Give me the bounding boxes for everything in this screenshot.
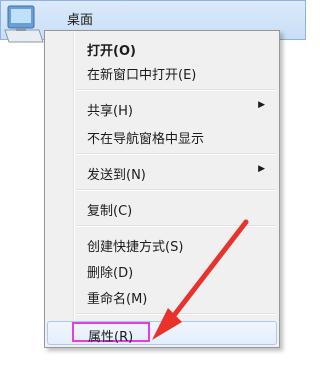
menu-item-copy[interactable]: 复制(C) — [47, 197, 277, 219]
menu-separator — [77, 313, 275, 315]
menu-item-share[interactable]: 共享(H) ▶ — [47, 97, 277, 119]
menu-item-label: 删除(D) — [87, 266, 134, 281]
menu-separator — [77, 189, 275, 191]
context-menu: 打开(O) 在新窗口中打开(E) 共享(H) ▶ 不在导航窗格中显示 发送到(N… — [44, 30, 280, 348]
menu-item-label: 创建快捷方式(S) — [87, 240, 184, 255]
submenu-arrow-icon: ▶ — [258, 100, 265, 110]
menu-item-label: 属性(R) — [88, 330, 134, 345]
menu-separator — [77, 225, 275, 227]
desktop-label: 桌面 — [67, 13, 94, 28]
menu-item-rename[interactable]: 重命名(M) — [47, 285, 277, 307]
menu-item-label: 不在导航窗格中显示 — [87, 132, 205, 147]
menu-separator — [77, 153, 275, 155]
menu-item-send-to[interactable]: 发送到(N) ▶ — [47, 161, 277, 183]
menu-item-label: 在新窗口中打开(E) — [87, 68, 197, 83]
menu-item-label: 发送到(N) — [87, 168, 146, 183]
menu-item-open[interactable]: 打开(O) — [47, 37, 277, 59]
menu-item-create-shortcut[interactable]: 创建快捷方式(S) — [47, 233, 277, 255]
menu-item-label: 复制(C) — [87, 204, 133, 219]
menu-item-hide-in-nav[interactable]: 不在导航窗格中显示 — [47, 125, 277, 147]
desktop-folder-icon — [4, 5, 44, 43]
menu-item-properties[interactable]: 属性(R) — [47, 321, 277, 345]
menu-item-label: 打开(O) — [87, 44, 136, 59]
menu-item-label: 重命名(M) — [87, 292, 148, 307]
menu-item-delete[interactable]: 删除(D) — [47, 259, 277, 281]
submenu-arrow-icon: ▶ — [258, 164, 265, 174]
menu-separator — [77, 89, 275, 91]
menu-item-open-new-window[interactable]: 在新窗口中打开(E) — [47, 61, 277, 83]
menu-item-label: 共享(H) — [87, 104, 133, 119]
